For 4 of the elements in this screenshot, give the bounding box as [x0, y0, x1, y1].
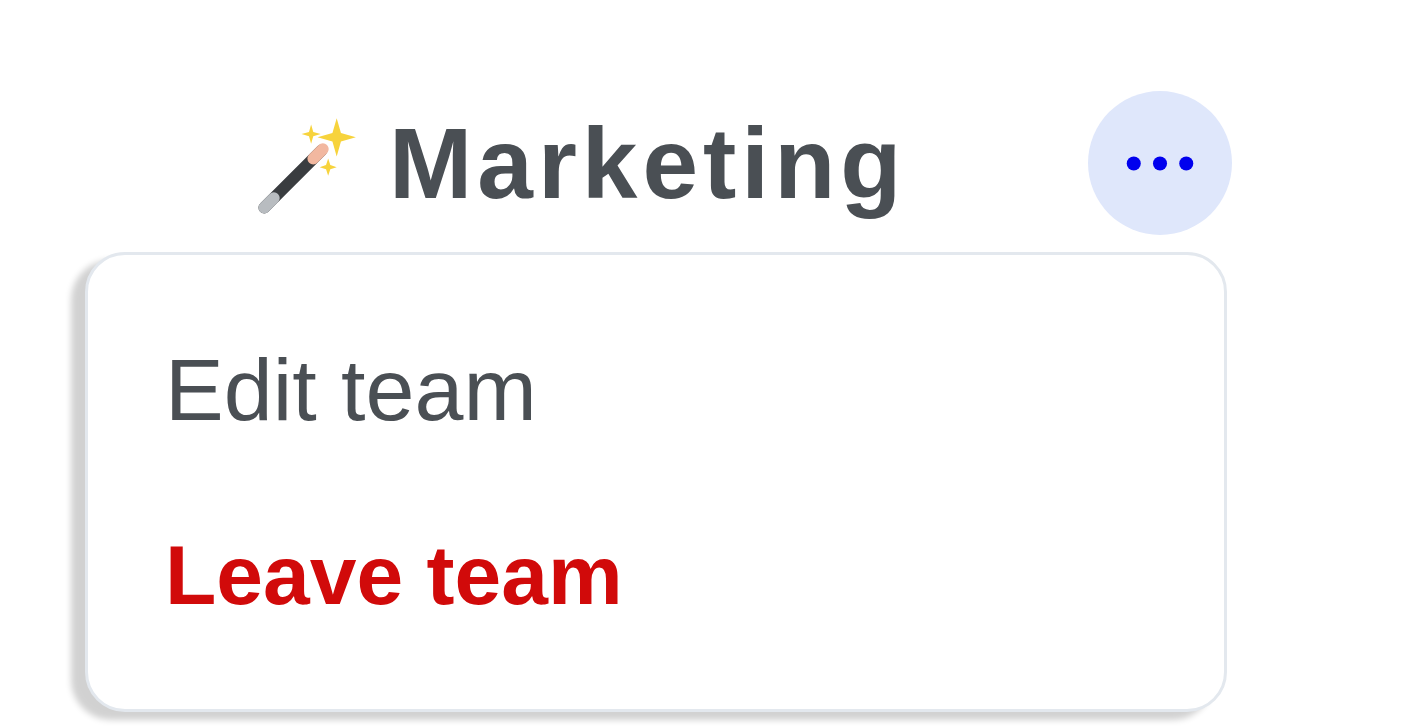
more-icon: [1126, 155, 1194, 171]
menu-item[interactable]: Leave team: [165, 524, 623, 626]
menu-item[interactable]: Edit team: [165, 337, 537, 443]
team-title: Marketing: [389, 105, 907, 221]
